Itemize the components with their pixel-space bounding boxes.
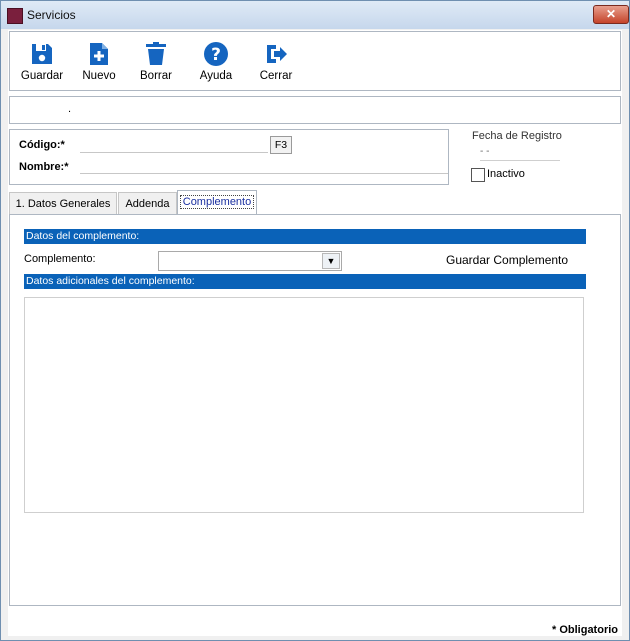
- delete-button[interactable]: Borrar: [130, 32, 182, 88]
- close-form-button[interactable]: Cerrar: [250, 32, 302, 88]
- close-form-label: Cerrar: [259, 70, 293, 82]
- exit-icon: [267, 45, 287, 63]
- complemento-select[interactable]: ▼: [158, 251, 342, 271]
- client-area: Guardar Nuevo Borrar ? Ayuda Cerrar . Có…: [8, 30, 622, 636]
- inactivo-label: Inactivo: [487, 168, 525, 180]
- tab-datos-generales[interactable]: 1. Datos Generales: [9, 192, 117, 215]
- new-document-icon: [90, 43, 108, 65]
- help-icon: ?: [204, 42, 228, 66]
- title-bar: Servicios ✕: [1, 1, 629, 29]
- new-label: Nuevo: [82, 70, 116, 82]
- info-text: .: [68, 103, 72, 115]
- f3-button[interactable]: F3: [270, 136, 292, 154]
- chevron-down-icon[interactable]: ▼: [322, 253, 340, 269]
- complemento-panel: Datos del complemento: Complemento: ▼ Gu…: [9, 214, 621, 606]
- toolbar: Guardar Nuevo Borrar ? Ayuda Cerrar: [9, 31, 621, 91]
- help-label: Ayuda: [199, 70, 233, 82]
- svg-text:?: ?: [211, 45, 221, 65]
- tab-complemento-label: Complemento: [179, 195, 255, 209]
- obligatorio-note: * Obligatorio: [552, 624, 618, 636]
- help-button[interactable]: ? Ayuda: [190, 32, 242, 88]
- inactivo-checkbox[interactable]: [471, 168, 485, 182]
- window-title: Servicios: [27, 8, 76, 22]
- fecha-registro-label: Fecha de Registro: [472, 130, 562, 142]
- save-label: Guardar: [20, 70, 64, 82]
- guardar-complemento-button[interactable]: Guardar Complemento: [446, 253, 568, 267]
- datos-adicionales-header: Datos adicionales del complemento:: [24, 274, 586, 289]
- fecha-registro-value: - -: [480, 146, 560, 161]
- close-button[interactable]: ✕: [593, 5, 629, 24]
- nombre-label: Nombre:*: [19, 161, 69, 173]
- save-icon: [32, 44, 52, 64]
- app-window: Servicios ✕ Guardar Nuevo Borrar ? Ayuda…: [0, 0, 630, 641]
- codigo-label: Código:*: [19, 139, 65, 151]
- tab-complemento[interactable]: Complemento: [177, 190, 257, 215]
- tab-strip: 1. Datos Generales Addenda Complemento: [8, 190, 622, 215]
- delete-label: Borrar: [140, 70, 172, 82]
- trash-icon: [146, 42, 166, 65]
- tab-addenda[interactable]: Addenda: [118, 192, 177, 215]
- complemento-label: Complemento:: [24, 253, 96, 265]
- new-button[interactable]: Nuevo: [73, 32, 125, 88]
- app-icon: [7, 8, 23, 24]
- save-button[interactable]: Guardar: [16, 32, 68, 88]
- info-bar: .: [9, 96, 621, 124]
- nombre-input[interactable]: [80, 157, 448, 174]
- datos-complemento-header: Datos del complemento:: [24, 229, 586, 244]
- codigo-input[interactable]: [80, 136, 268, 153]
- datos-adicionales-area[interactable]: [24, 297, 584, 513]
- identification-box: Código:* F3 Nombre:*: [9, 129, 449, 185]
